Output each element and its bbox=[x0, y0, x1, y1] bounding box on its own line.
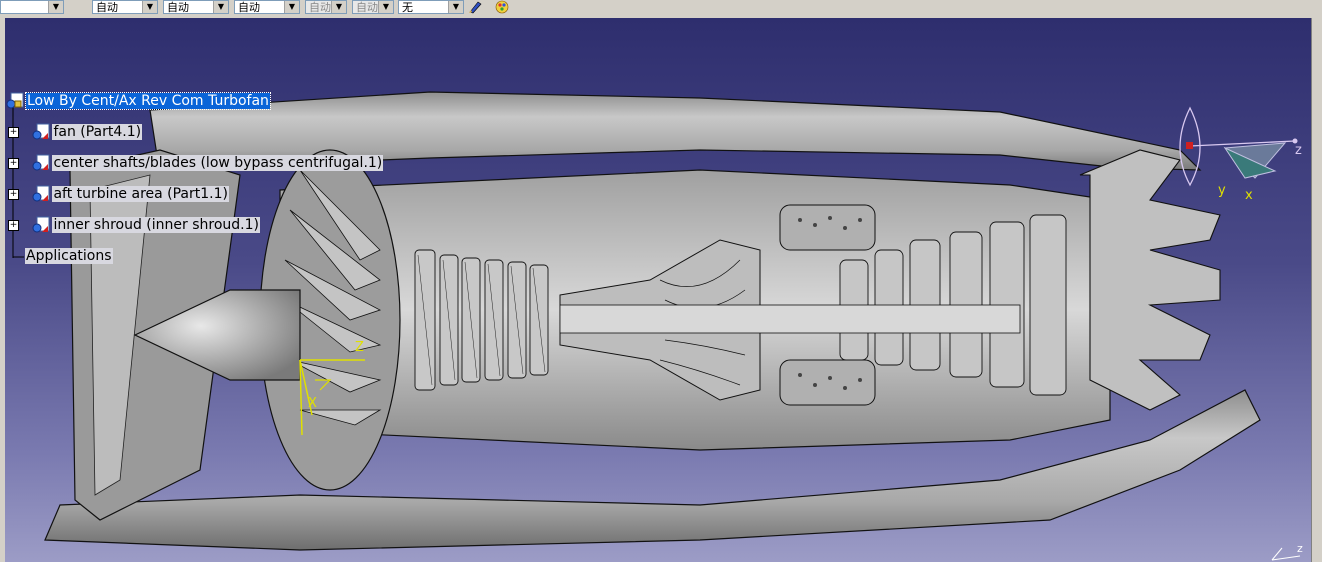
local-x-label: X bbox=[308, 396, 317, 411]
fill-color-combo[interactable]: ▼ bbox=[0, 0, 64, 14]
chevron-down-icon[interactable]: ▼ bbox=[48, 1, 63, 13]
paint-brush-icon[interactable] bbox=[468, 0, 484, 14]
tree-root-product[interactable]: Low By Cent/Ax Rev Com Turbofan bbox=[6, 91, 271, 111]
expand-icon[interactable]: + bbox=[8, 220, 19, 231]
chevron-down-icon[interactable]: ▼ bbox=[378, 1, 393, 13]
line-type-combo[interactable]: 自动 ▼ bbox=[234, 0, 300, 14]
tree-item-inner-shroud[interactable]: + inner shroud (inner shroud.1) bbox=[6, 215, 260, 235]
expand-icon[interactable]: + bbox=[8, 127, 19, 138]
layer-combo[interactable]: 无 ▼ bbox=[398, 0, 464, 14]
chevron-down-icon[interactable]: ▼ bbox=[284, 1, 299, 13]
product-icon bbox=[6, 92, 24, 110]
graphic-properties-toolbar: ▼ 自动 ▼ 自动 ▼ 自动 ▼ 自动 ▼ 自动 ▼ 无 ▼ bbox=[0, 0, 1322, 19]
local-axis-triad bbox=[299, 359, 365, 436]
part-icon bbox=[32, 154, 50, 172]
chevron-down-icon[interactable]: ▼ bbox=[142, 1, 157, 13]
corner-z-label: z bbox=[1297, 542, 1303, 555]
compass-x-label: x bbox=[1245, 188, 1253, 203]
chevron-down-icon[interactable]: ▼ bbox=[213, 1, 228, 13]
chevron-down-icon[interactable]: ▼ bbox=[331, 1, 346, 13]
tree-connector-lines bbox=[12, 106, 24, 258]
chevron-down-icon[interactable]: ▼ bbox=[448, 1, 463, 13]
tree-item-center-shafts[interactable]: + center shafts/blades (low bypass centr… bbox=[6, 153, 384, 173]
part-icon bbox=[32, 123, 50, 141]
local-z-label: Z bbox=[355, 340, 364, 355]
point-symbol-combo[interactable]: 自动 ▼ bbox=[352, 0, 394, 14]
compass-triad[interactable] bbox=[1165, 103, 1305, 203]
vertical-scrollbar[interactable] bbox=[1311, 18, 1322, 562]
line-thickness-combo[interactable]: 自动 ▼ bbox=[305, 0, 347, 14]
expand-icon[interactable]: + bbox=[8, 189, 19, 200]
color-palette-icon[interactable] bbox=[494, 0, 510, 14]
tree-item-fan[interactable]: + fan (Part4.1) bbox=[6, 122, 143, 142]
compass-z-label: z bbox=[1295, 143, 1302, 158]
tree-item-applications[interactable]: Applications bbox=[25, 246, 113, 266]
compass-y-label: y bbox=[1218, 183, 1226, 198]
transparency-combo[interactable]: 自动 ▼ bbox=[92, 0, 158, 14]
tree-item-aft-turbine[interactable]: + aft turbine area (Part1.1) bbox=[6, 184, 229, 204]
corner-axis-icon bbox=[1271, 547, 1301, 561]
line-color-combo[interactable]: 自动 ▼ bbox=[163, 0, 229, 14]
part-icon bbox=[32, 216, 50, 234]
part-icon bbox=[32, 185, 50, 203]
expand-icon[interactable]: + bbox=[8, 158, 19, 169]
